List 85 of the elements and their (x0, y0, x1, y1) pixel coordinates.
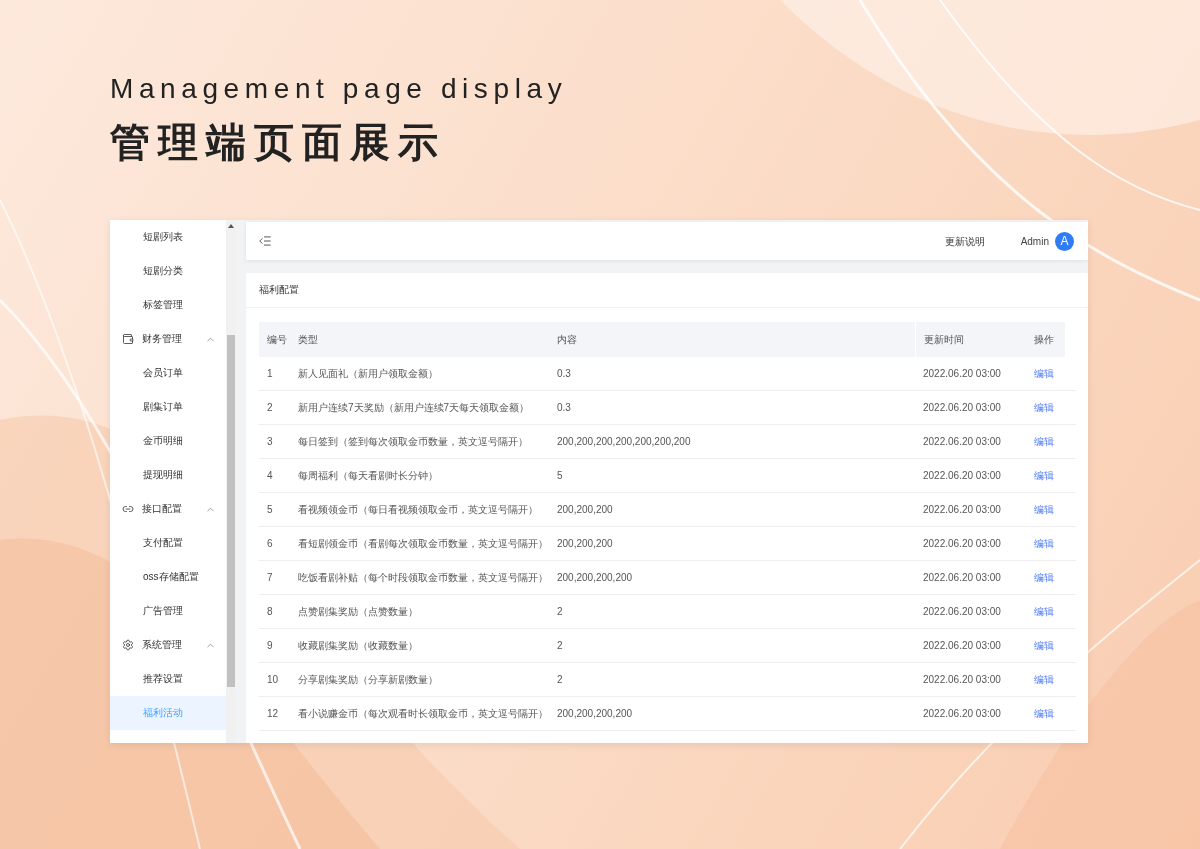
wallet-icon (122, 333, 134, 345)
column-header: 内容 (549, 322, 915, 357)
table-cell-text: 2022.06.20 03:00 (922, 673, 1002, 687)
table-cell-text: 新人见面礼（新用户领取金额） (297, 366, 439, 381)
table-cell-text: 2 (556, 605, 564, 619)
table-cell-text: 0.3 (556, 367, 572, 381)
table-cell-text: 新用户连续7天奖励（新用户连续7天每天领取金额） (297, 400, 531, 415)
settings-icon (122, 639, 134, 651)
edit-link[interactable]: 编辑 (1034, 604, 1054, 619)
column-header: 类型 (290, 322, 549, 357)
table-cell-text: 看视频领金币（每日看视频领取金币，英文逗号隔开） (297, 502, 539, 517)
sidebar-item[interactable]: 广告管理 (110, 594, 226, 628)
table-cell-text: 2022.06.20 03:00 (922, 707, 1002, 721)
table-cell-text: 200,200,200 (556, 537, 614, 551)
table-cell-text: 2 (266, 401, 274, 415)
sidebar-item[interactable]: oss存储配置 (110, 560, 226, 594)
table-cell-text: 5 (266, 503, 274, 517)
sidebar-group[interactable]: 接口配置 (110, 492, 226, 526)
table-cell-text: 2 (556, 673, 564, 687)
table-cell-text: 2022.06.20 03:00 (922, 401, 1002, 415)
table-cell-text: 2022.06.20 03:00 (922, 503, 1002, 517)
edit-link[interactable]: 编辑 (1034, 706, 1054, 721)
table-cell-text: 看小说赚金币（每次观看时长领取金币，英文逗号隔开） (297, 706, 549, 721)
column-header: 编号 (259, 322, 290, 357)
sidebar-item[interactable]: 会员订单 (110, 356, 226, 390)
link-icon (122, 503, 134, 515)
user-name[interactable]: Admin (1020, 235, 1049, 247)
edit-link[interactable]: 编辑 (1034, 434, 1054, 449)
header-link[interactable]: 更新说明 (944, 233, 985, 249)
table-cell-text: 每日签到（签到每次领取金币数量，英文逗号隔开） (297, 434, 529, 449)
table-cell-text: 2022.06.20 03:00 (922, 537, 1002, 551)
table-cell-text: 分享剧集奖励（分享新剧数量） (297, 672, 439, 687)
edit-link[interactable]: 编辑 (1034, 468, 1054, 483)
sidebar-item[interactable]: 推荐设置 (110, 662, 226, 696)
table-cell-text: 收藏剧集奖励（收藏数量） (297, 638, 419, 653)
sidebar-item[interactable]: 短剧列表 (110, 220, 226, 254)
column-header: 更新时间 (915, 322, 1026, 357)
table-cell-text: 2 (556, 639, 564, 653)
sidebar-item[interactable]: 提现明细 (110, 458, 226, 492)
card-title: 福利配置 (246, 273, 1088, 308)
table-cell-text: 每周福利（每天看剧时长分钟） (297, 468, 439, 483)
table-cell-text: 200,200,200 (556, 503, 614, 517)
table-cell-text: 6 (266, 537, 274, 551)
table-cell-text: 200,200,200,200 (556, 571, 634, 585)
sidebar-item[interactable]: 短剧分类 (110, 254, 226, 288)
table-cell-text: 点赞剧集奖励（点赞数量） (297, 604, 419, 619)
edit-link[interactable]: 编辑 (1034, 400, 1054, 415)
table-cell-text: 12 (266, 707, 280, 721)
table-cell-text: 2022.06.20 03:00 (922, 469, 1002, 483)
sidebar-item[interactable]: 剧集订单 (110, 390, 226, 424)
edit-link[interactable]: 编辑 (1034, 502, 1054, 517)
table-cell-text: 4 (266, 469, 274, 483)
edit-link[interactable]: 编辑 (1034, 570, 1054, 585)
table-cell-text: 9 (266, 639, 274, 653)
sidebar-group[interactable]: 财务管理 (110, 322, 226, 356)
table-cell-text: 看短剧领金币（看剧每次领取金币数量，英文逗号隔开） (297, 536, 549, 551)
table-cell-text: 200,200,200,200,200,200,200 (556, 435, 692, 449)
table-cell-text: 10 (266, 673, 280, 687)
table-cell-text: 2022.06.20 03:00 (922, 367, 1002, 381)
table-cell-text: 200,200,200,200 (556, 707, 634, 721)
table-cell-text: 1 (266, 367, 274, 381)
table-cell-text: 7 (266, 571, 274, 585)
page-title: 管理端页面展示 (110, 119, 446, 166)
menu-fold-icon[interactable] (258, 234, 272, 248)
table-cell-text: 5 (556, 469, 564, 483)
table-cell-text: 吃饭看剧补贴（每个时段领取金币数量，英文逗号隔开） (297, 570, 549, 585)
sidebar-item[interactable]: 金币明细 (110, 424, 226, 458)
table-cell-text: 0.3 (556, 401, 572, 415)
table-cell-text: 2022.06.20 03:00 (922, 639, 1002, 653)
user-avatar[interactable]: A (1055, 231, 1074, 251)
table-cell-text: 2022.06.20 03:00 (922, 435, 1002, 449)
column-header: 操作 (1026, 322, 1065, 357)
table-cell-text: 3 (266, 435, 274, 449)
sidebar-item[interactable]: 支付配置 (110, 526, 226, 560)
sidebar-item[interactable]: 标签管理 (110, 288, 226, 322)
table-cell-text: 2022.06.20 03:00 (922, 605, 1002, 619)
edit-link[interactable]: 编辑 (1034, 638, 1054, 653)
edit-link[interactable]: 编辑 (1034, 536, 1054, 551)
sidebar-group[interactable]: 系统管理 (110, 628, 226, 662)
scrollbar[interactable] (226, 220, 236, 743)
page-subtitle: Management page display (110, 72, 568, 106)
table-cell-text: 8 (266, 605, 274, 619)
edit-link[interactable]: 编辑 (1034, 672, 1054, 687)
table-cell-text: 2022.06.20 03:00 (922, 571, 1002, 585)
edit-link[interactable]: 编辑 (1034, 366, 1054, 381)
